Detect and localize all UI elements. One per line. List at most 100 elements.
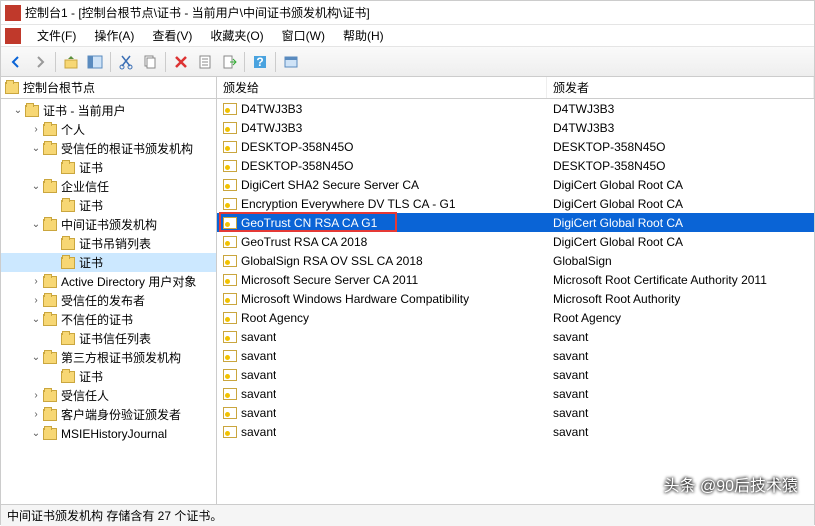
back-button[interactable]	[5, 51, 27, 73]
list-row[interactable]: GeoTrust RSA CA 2018DigiCert Global Root…	[217, 232, 814, 251]
list-row[interactable]: savantsavant	[217, 422, 814, 441]
new-window-button[interactable]	[280, 51, 302, 73]
cell-issued-to: DESKTOP-358N45O	[241, 159, 354, 173]
tree-item[interactable]: ›个人	[1, 120, 216, 139]
column-issued-to[interactable]: 颁发给	[217, 77, 547, 98]
folder-icon	[43, 143, 57, 155]
chevron-right-icon[interactable]: ›	[29, 389, 43, 403]
help-button[interactable]: ?	[249, 51, 271, 73]
tree-item[interactable]: ⌄不信任的证书	[1, 310, 216, 329]
cell-issued-to: savant	[241, 387, 276, 401]
cell-issuer: DigiCert Global Root CA	[547, 235, 814, 249]
list-body[interactable]: D4TWJ3B3D4TWJ3B3D4TWJ3B3D4TWJ3B3DESKTOP-…	[217, 99, 814, 441]
tree-item[interactable]: ⌄中间证书颁发机构	[1, 215, 216, 234]
folder-icon	[43, 314, 57, 326]
certificate-icon	[223, 293, 237, 305]
list-row[interactable]: DigiCert SHA2 Secure Server CADigiCert G…	[217, 175, 814, 194]
chevron-right-icon[interactable]: ›	[29, 123, 43, 137]
list-row[interactable]: savantsavant	[217, 327, 814, 346]
chevron-right-icon[interactable]: ›	[29, 408, 43, 422]
title-bar: 控制台1 - [控制台根节点\证书 - 当前用户\中间证书颁发机构\证书]	[1, 1, 814, 25]
chevron-right-icon[interactable]: ›	[29, 275, 43, 289]
chevron-down-icon[interactable]: ⌄	[29, 218, 43, 232]
cell-issuer: savant	[547, 368, 814, 382]
tree-header[interactable]: 控制台根节点	[1, 77, 216, 99]
list-row[interactable]: D4TWJ3B3D4TWJ3B3	[217, 118, 814, 137]
tree-item[interactable]: 证书	[1, 367, 216, 386]
tree-body[interactable]: ⌄证书 - 当前用户›个人⌄受信任的根证书颁发机构证书⌄企业信任证书⌄中间证书颁…	[1, 99, 216, 504]
chevron-down-icon[interactable]: ⌄	[29, 351, 43, 365]
certificate-icon	[223, 312, 237, 324]
menu-favorites[interactable]: 收藏夹(O)	[202, 25, 271, 46]
list-row[interactable]: DESKTOP-358N45ODESKTOP-358N45O	[217, 156, 814, 175]
certificate-icon	[223, 217, 237, 229]
app-menu-icon[interactable]	[5, 28, 21, 44]
list-row[interactable]: GlobalSign RSA OV SSL CA 2018GlobalSign	[217, 251, 814, 270]
properties-button[interactable]	[194, 51, 216, 73]
list-row[interactable]: D4TWJ3B3D4TWJ3B3	[217, 99, 814, 118]
copy-button[interactable]	[139, 51, 161, 73]
show-hide-tree-button[interactable]	[84, 51, 106, 73]
tree-twisty-none	[47, 256, 61, 270]
chevron-down-icon[interactable]: ⌄	[29, 142, 43, 156]
list-row[interactable]: DESKTOP-358N45ODESKTOP-358N45O	[217, 137, 814, 156]
certificate-icon	[223, 198, 237, 210]
window-title: 控制台1 - [控制台根节点\证书 - 当前用户\中间证书颁发机构\证书]	[25, 4, 370, 21]
certificate-icon	[223, 141, 237, 153]
chevron-down-icon[interactable]: ⌄	[11, 104, 25, 118]
cell-issuer: DESKTOP-358N45O	[547, 140, 814, 154]
tree-twisty-none	[47, 237, 61, 251]
tree-item[interactable]: › Active Directory 用户对象	[1, 272, 216, 291]
chevron-down-icon[interactable]: ⌄	[29, 180, 43, 194]
cell-issued-to: DigiCert SHA2 Secure Server CA	[241, 178, 419, 192]
tree-item-label: 受信任的根证书颁发机构	[61, 140, 193, 157]
list-row[interactable]: Encryption Everywhere DV TLS CA - G1Digi…	[217, 194, 814, 213]
chevron-down-icon[interactable]: ⌄	[29, 313, 43, 327]
tree-item[interactable]: 证书信任列表	[1, 329, 216, 348]
folder-icon	[43, 124, 57, 136]
list-row[interactable]: savantsavant	[217, 365, 814, 384]
tree-item[interactable]: 证书	[1, 253, 216, 272]
tree-item-label: Active Directory 用户对象	[61, 273, 196, 290]
list-row[interactable]: GeoTrust CN RSA CA G1DigiCert Global Roo…	[217, 213, 814, 232]
tree-item[interactable]: ›受信任人	[1, 386, 216, 405]
list-row[interactable]: savantsavant	[217, 346, 814, 365]
cell-issuer: GlobalSign	[547, 254, 814, 268]
column-issuer[interactable]: 颁发者	[547, 77, 814, 98]
chevron-right-icon[interactable]: ›	[29, 294, 43, 308]
list-row[interactable]: Root AgencyRoot Agency	[217, 308, 814, 327]
tree-item[interactable]: 证书	[1, 158, 216, 177]
cell-issued-to: Root Agency	[241, 311, 309, 325]
list-row[interactable]: Microsoft Secure Server CA 2011Microsoft…	[217, 270, 814, 289]
chevron-down-icon[interactable]: ⌄	[29, 427, 43, 441]
tree-item[interactable]: ⌄企业信任	[1, 177, 216, 196]
tree-item[interactable]: 证书吊销列表	[1, 234, 216, 253]
tree-item[interactable]: ›受信任的发布者	[1, 291, 216, 310]
certificate-icon	[223, 179, 237, 191]
content-area: 控制台根节点 ⌄证书 - 当前用户›个人⌄受信任的根证书颁发机构证书⌄企业信任证…	[1, 77, 814, 504]
tree-item[interactable]: ⌄证书 - 当前用户	[1, 101, 216, 120]
list-row[interactable]: savantsavant	[217, 403, 814, 422]
menu-view[interactable]: 查看(V)	[144, 25, 200, 46]
tree-item[interactable]: 证书	[1, 196, 216, 215]
list-row[interactable]: savantsavant	[217, 384, 814, 403]
list-row[interactable]: Microsoft Windows Hardware Compatibility…	[217, 289, 814, 308]
up-button[interactable]	[60, 51, 82, 73]
tree-twisty-none	[47, 199, 61, 213]
tree-item[interactable]: ⌄ 受信任的根证书颁发机构	[1, 139, 216, 158]
menu-window[interactable]: 窗口(W)	[274, 25, 333, 46]
certificate-icon	[223, 426, 237, 438]
menu-help[interactable]: 帮助(H)	[335, 25, 392, 46]
tree-item[interactable]: ›客户端身份验证颁发者	[1, 405, 216, 424]
tree-item-label: 第三方根证书颁发机构	[61, 349, 181, 366]
cell-issued-to: savant	[241, 349, 276, 363]
cut-button[interactable]	[115, 51, 137, 73]
menu-file[interactable]: 文件(F)	[29, 25, 84, 46]
menu-action[interactable]: 操作(A)	[86, 25, 142, 46]
tree-item[interactable]: ⌄MSIEHistoryJournal	[1, 424, 216, 443]
tree-root-label: 控制台根节点	[23, 79, 95, 96]
export-button[interactable]	[218, 51, 240, 73]
delete-button[interactable]	[170, 51, 192, 73]
tree-item[interactable]: ⌄ 第三方根证书颁发机构	[1, 348, 216, 367]
forward-button[interactable]	[29, 51, 51, 73]
